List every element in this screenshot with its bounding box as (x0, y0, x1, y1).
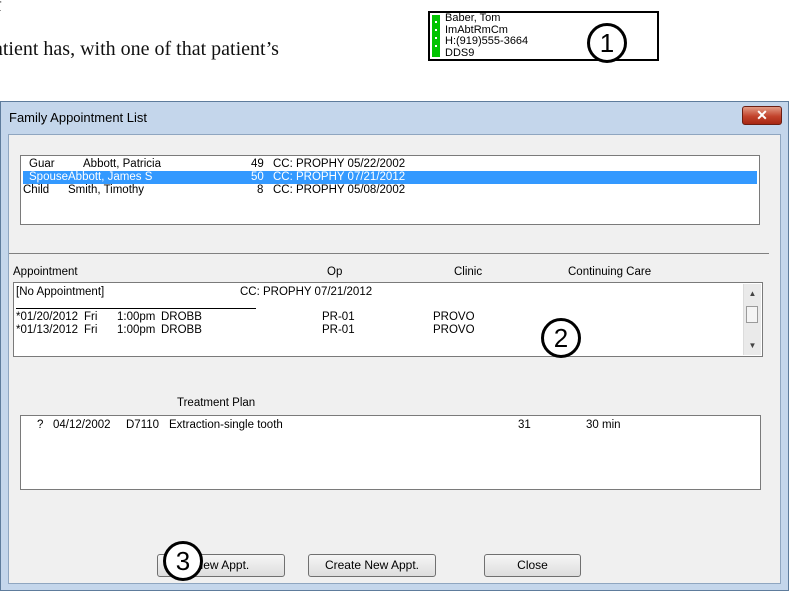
clinic-column-header: Clinic (454, 266, 483, 278)
appointment-card-lines: Baber, Tom ImAbtRmCm H:(919)555-3664 DDS… (445, 12, 529, 59)
document-text-line-2: atient has, with one of that patient’s (0, 38, 279, 60)
callout-1: 1 (587, 23, 627, 63)
scroll-up-icon[interactable]: ▲ (744, 286, 761, 301)
tp-duration: 30 min (586, 419, 621, 431)
treatment-plan-row[interactable]: ? 04/12/2002 D7110 Extraction-single too… (23, 419, 743, 432)
appointment-row[interactable]: *01/13/2012 Fri 1:00pm DROBB PR-01 PROVO (16, 324, 716, 337)
callout-2: 2 (541, 318, 581, 358)
window-close-button[interactable]: ✕ (742, 106, 782, 125)
dialog-client-area: Guar Abbott, Patricia 49 CC: PROPHY 05/2… (8, 134, 781, 584)
appt-day: Fri (84, 324, 98, 336)
appt-clinic: PROVO (433, 324, 475, 336)
close-button[interactable]: Close (484, 554, 581, 577)
scroll-down-icon[interactable]: ▼ (744, 338, 761, 353)
appt-provider: DROBB (161, 324, 202, 336)
appt-time: 1:00pm (117, 324, 156, 336)
family-cc: CC: PROPHY 05/08/2002 (273, 184, 406, 196)
family-member-list[interactable]: Guar Abbott, Patricia 49 CC: PROPHY 05/2… (20, 155, 760, 225)
family-role: Guar (29, 158, 55, 170)
window-title: Family Appointment List (9, 110, 148, 125)
family-row[interactable]: Guar Abbott, Patricia 49 CC: PROPHY 05/2… (23, 158, 757, 171)
appt-date: *01/20/2012 (16, 311, 79, 323)
treatment-plan-list[interactable]: ? 04/12/2002 D7110 Extraction-single too… (20, 415, 761, 490)
family-appointment-list-window: Family Appointment List ✕ Guar Abbott, P… (0, 101, 789, 591)
tp-tooth: 31 (518, 419, 531, 431)
family-cc: CC: PROPHY 05/22/2002 (273, 158, 406, 170)
family-name: Smith, Timothy (68, 184, 145, 196)
continuing-care-column-header: Continuing Care (568, 266, 652, 278)
treatment-plan-header: Treatment Plan (177, 397, 256, 409)
tp-description: Extraction-single tooth (169, 419, 283, 431)
appt-provider: DROBB (161, 311, 202, 323)
family-row[interactable]: Child Smith, Timothy 8 CC: PROPHY 05/08/… (23, 184, 757, 197)
no-appointment-label: [No Appointment] (16, 286, 105, 298)
create-new-appt-button[interactable]: Create New Appt. (308, 554, 436, 577)
title-bar[interactable]: Family Appointment List ✕ (1, 102, 788, 134)
appt-date: *01/13/2012 (16, 324, 79, 336)
family-age: 49 (251, 158, 264, 170)
no-appointment-cc: CC: PROPHY 07/21/2012 (240, 286, 373, 298)
appointment-list-rule (16, 308, 256, 309)
scroll-thumb[interactable] (746, 306, 758, 323)
family-role: Spouse (29, 171, 69, 183)
appointment-list-scrollbar[interactable]: ▲ ▼ (743, 284, 761, 355)
family-cc: CC: PROPHY 07/21/2012 (273, 171, 406, 183)
appt-clinic: PROVO (433, 311, 475, 323)
appt-op: PR-01 (322, 324, 355, 336)
appointment-column-header: Appointment (13, 266, 78, 278)
appointment-list[interactable]: [No Appointment] CC: PROPHY 07/21/2012 *… (13, 282, 763, 357)
op-column-header: Op (327, 266, 343, 278)
family-age: 8 (257, 184, 264, 196)
card-provider: DDS9 (445, 46, 475, 59)
close-icon: ✕ (756, 107, 768, 123)
card-phone: H:(919)555-3664 (445, 35, 529, 47)
appointment-row[interactable]: *01/20/2012 Fri 1:00pm DROBB PR-01 PROVO (16, 311, 716, 324)
provider-color-strip (432, 15, 440, 57)
callout-3: 3 (163, 541, 203, 581)
no-appointment-row[interactable]: [No Appointment] CC: PROPHY 07/21/2012 (16, 286, 436, 299)
family-name: Abbott, James S (68, 171, 153, 183)
appt-day: Fri (84, 311, 98, 323)
card-patient-name: Baber, Tom (445, 12, 501, 24)
appt-op: PR-01 (322, 311, 355, 323)
family-row-selected[interactable]: Spouse Abbott, James S 50 CC: PROPHY 07/… (23, 171, 757, 184)
family-role: Child (23, 184, 50, 196)
tp-status: ? (37, 419, 44, 431)
appointments-divider (9, 253, 769, 254)
tp-date: 04/12/2002 (53, 419, 111, 431)
document-text-line-1: f (0, 0, 2, 17)
family-age: 50 (251, 171, 264, 183)
family-name: Abbott, Patricia (83, 158, 161, 170)
appt-time: 1:00pm (117, 311, 156, 323)
tp-code: D7110 (126, 419, 160, 431)
